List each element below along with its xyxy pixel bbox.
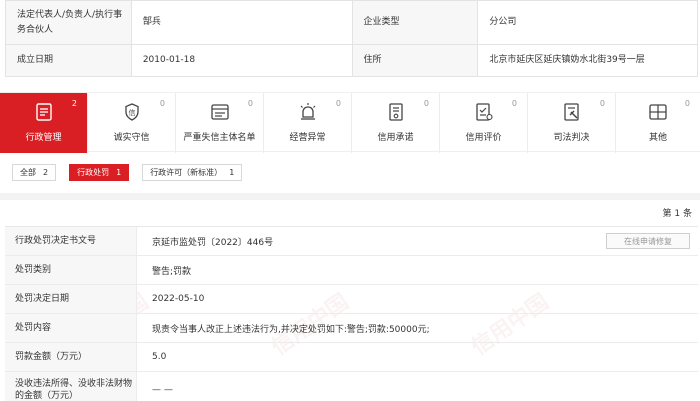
row-label: 罚款金额（万元）: [5, 343, 137, 371]
row-value: 现责令当事人改正上述违法行为,并决定处罚如下:警告;罚款:50000元;: [152, 324, 430, 335]
address-value: 北京市延庆区延庆镇妫水北街39号一层: [478, 45, 698, 76]
row-label: 处罚类别: [5, 256, 137, 284]
shield-icon: 信: [121, 101, 143, 123]
apply-repair-button[interactable]: 在线申请修复: [606, 233, 690, 249]
tab-other[interactable]: 0 其他: [616, 93, 700, 153]
info-row: 成立日期 2010-01-18 住所 北京市延庆区延庆镇妫水北街39号一层: [6, 45, 698, 77]
tab-count: 0: [159, 99, 165, 108]
filter-count: 2: [43, 168, 49, 177]
tab-label: 经营异常: [289, 133, 326, 143]
table-row: 罚款金额（万元） 5.0: [5, 343, 698, 372]
tab-count: 0: [599, 99, 605, 108]
filter-all[interactable]: 全部 2: [12, 164, 57, 181]
row-label: 行政处罚决定书文号: [5, 227, 137, 255]
other-icon: [647, 101, 669, 123]
tab-abnormal-operation[interactable]: 0 经营异常: [264, 93, 352, 153]
tab-label: 其他: [648, 133, 667, 143]
svg-text:信: 信: [128, 108, 135, 117]
table-row: 处罚决定日期 2022-05-10: [5, 285, 698, 314]
row-label: 处罚决定日期: [5, 285, 137, 313]
table-row: 处罚内容 现责令当事人改正上述违法行为,并决定处罚如下:警告;罚款:50000元…: [5, 314, 698, 343]
tab-label: 司法判决: [553, 133, 590, 143]
promise-icon: [385, 101, 407, 123]
filter-label: 行政处罚: [77, 168, 110, 177]
info-row: 法定代表人/负责人/执行事务合伙人 郜兵 企业类型 分公司: [6, 1, 698, 45]
penalty-detail-table: 信用中国 信用中国 信用中国 行政处罚决定书文号 京延市监处罚〔2022〕446…: [5, 226, 698, 401]
established-date-value: 2010-01-18: [132, 45, 353, 76]
tab-serious-dishonesty[interactable]: 0 严重失信主体名单: [176, 93, 264, 153]
tab-label: 信用评价: [465, 133, 502, 143]
legal-rep-value: 郜兵: [132, 1, 353, 44]
row-value: 2022-05-10: [152, 294, 205, 304]
tab-credit-promise[interactable]: 0 信用承诺: [352, 93, 440, 153]
filter-label: 全部: [20, 168, 36, 177]
table-row: 行政处罚决定书文号 京延市监处罚〔2022〕446号 在线申请修复: [5, 227, 698, 256]
row-value: 警告;罚款: [152, 266, 192, 277]
address-label: 住所: [352, 45, 479, 76]
tab-count: 0: [423, 99, 429, 108]
enterprise-type-label: 企业类型: [352, 1, 479, 44]
tab-credit-evaluation[interactable]: 0 信用评价: [440, 93, 528, 153]
alarm-icon: [297, 101, 319, 123]
blacklist-icon: [209, 101, 231, 123]
tab-judicial-judgment[interactable]: 0 司法判决: [528, 93, 616, 153]
tab-count: 0: [684, 99, 690, 108]
record-counter: 第 1 条: [662, 209, 692, 219]
document-icon: [33, 101, 55, 123]
filter-label: 行政许可（新标准）: [150, 168, 223, 177]
tab-label: 信用承诺: [377, 133, 414, 143]
enterprise-type-value: 分公司: [478, 1, 698, 44]
tab-administrative[interactable]: 2 行政管理: [0, 93, 88, 153]
row-label: 没收违法所得、没收非法财物的金额（万元）: [5, 372, 137, 401]
row-value: — —: [152, 384, 173, 395]
category-tabs: 2 行政管理 0 信 诚实守信 0 严重失信主体名单 0 经营异常 0 信用承诺…: [0, 92, 700, 153]
filter-count: 1: [116, 168, 122, 177]
row-label: 处罚内容: [5, 314, 137, 342]
filter-bar: 全部 2 行政处罚 1 行政许可（新标准） 1: [12, 164, 243, 181]
judgment-icon: [561, 101, 583, 123]
tab-count: 2: [71, 99, 77, 108]
evaluation-icon: [473, 101, 495, 123]
established-date-label: 成立日期: [6, 45, 132, 76]
enterprise-info-table: 法定代表人/负责人/执行事务合伙人 郜兵 企业类型 分公司 成立日期 2010-…: [5, 0, 698, 77]
tab-count: 0: [511, 99, 517, 108]
tab-label: 诚实守信: [113, 133, 150, 143]
section-divider: [0, 193, 700, 200]
tab-label: 严重失信主体名单: [183, 133, 256, 143]
filter-administrative-license[interactable]: 行政许可（新标准） 1: [142, 164, 243, 181]
filter-administrative-penalty[interactable]: 行政处罚 1: [69, 164, 130, 181]
filter-count: 1: [229, 168, 235, 177]
row-value: 5.0: [152, 352, 167, 362]
tab-count: 0: [247, 99, 253, 108]
legal-rep-label: 法定代表人/负责人/执行事务合伙人: [6, 1, 132, 44]
tab-label: 行政管理: [25, 133, 62, 143]
tab-honesty[interactable]: 0 信 诚实守信: [88, 93, 176, 153]
table-row: 处罚类别 警告;罚款: [5, 256, 698, 285]
table-row: 没收违法所得、没收非法财物的金额（万元） — —: [5, 372, 698, 401]
tab-count: 0: [335, 99, 341, 108]
